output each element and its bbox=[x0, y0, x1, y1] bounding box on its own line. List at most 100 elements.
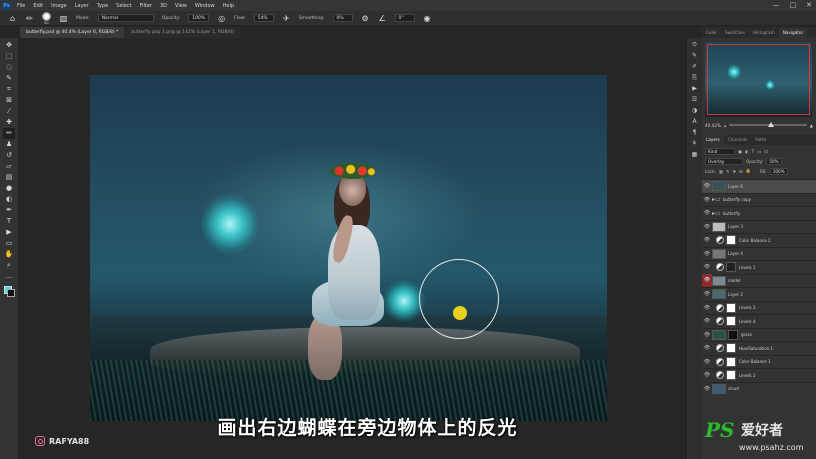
layer-row[interactable]: 👁 Layer 2 bbox=[702, 287, 816, 301]
menu-select[interactable]: Select bbox=[116, 3, 131, 9]
smoothing-settings-icon[interactable]: ⚙ bbox=[361, 14, 370, 23]
layer-row[interactable]: 👁 grass bbox=[702, 327, 816, 342]
visibility-eye-icon[interactable]: 👁 bbox=[702, 183, 712, 189]
path-select-icon[interactable]: ▶ bbox=[3, 227, 15, 238]
layer-thumbnail[interactable] bbox=[712, 248, 726, 259]
angle-field[interactable]: 0° bbox=[394, 14, 415, 22]
folder-icon[interactable]: ▸▭ bbox=[712, 196, 721, 203]
visibility-eye-icon[interactable]: 👁 bbox=[702, 224, 712, 230]
tab-channels[interactable]: Channels bbox=[724, 135, 751, 145]
tab-butterfly-psd[interactable]: butterfly.psd @ 40.4% (Layer 6, RGB/8) * bbox=[20, 27, 125, 38]
blur-icon[interactable]: ● bbox=[3, 183, 15, 194]
layer-kind-filter[interactable]: Kind bbox=[705, 147, 735, 155]
flow-field[interactable]: 54% bbox=[253, 14, 274, 22]
layer-name[interactable]: Layer 2 bbox=[728, 292, 743, 297]
layer-row[interactable]: 👁 Layer 6 bbox=[702, 179, 816, 193]
layer-mask-thumbnail[interactable] bbox=[726, 370, 736, 381]
layer-mask-thumbnail[interactable] bbox=[726, 316, 736, 327]
visibility-eye-icon[interactable]: 👁 bbox=[702, 264, 712, 270]
mode-select[interactable]: Normal bbox=[97, 14, 154, 22]
lock-transparent-icon[interactable]: ▦ bbox=[719, 169, 723, 174]
libraries-panel-icon[interactable]: ▦ bbox=[689, 150, 700, 159]
layer-name[interactable]: grass bbox=[741, 332, 752, 337]
layer-thumbnail[interactable] bbox=[712, 221, 726, 232]
visibility-eye-icon[interactable]: 👁 bbox=[702, 237, 712, 243]
lasso-icon[interactable]: ◌ bbox=[3, 62, 15, 73]
lock-move-icon[interactable]: ✥ bbox=[732, 169, 736, 174]
crop-icon[interactable]: ⌗ bbox=[3, 84, 15, 95]
more-icon[interactable]: … bbox=[3, 271, 15, 282]
type-icon[interactable]: T bbox=[3, 216, 15, 227]
zoom-slider-knob[interactable] bbox=[767, 122, 774, 127]
fill-field[interactable]: 100% bbox=[769, 167, 788, 175]
layer-name[interactable]: Layer 6 bbox=[728, 184, 743, 189]
paragraph-panel-icon[interactable]: ¶ bbox=[689, 128, 700, 137]
eyedropper-icon[interactable]: ⁄ bbox=[3, 106, 15, 117]
tab-layers[interactable]: Layers bbox=[702, 135, 724, 145]
actions-panel-icon[interactable]: ▶ bbox=[689, 84, 700, 93]
layer-name[interactable]: Color Balance 2 bbox=[739, 238, 770, 243]
navigator-view-box[interactable] bbox=[707, 44, 810, 115]
layer-mask-thumbnail[interactable] bbox=[728, 329, 738, 340]
healing-icon[interactable]: ✚ bbox=[3, 117, 15, 128]
layer-row[interactable]: 👁 Levels 4 bbox=[702, 314, 816, 328]
layer-mask-thumbnail[interactable] bbox=[726, 343, 736, 354]
layer-row[interactable]: 👁 Color Balance 2 bbox=[702, 233, 816, 247]
pressure-opacity-icon[interactable]: ◎ bbox=[217, 14, 226, 23]
filter-shape-icon[interactable]: ▭ bbox=[757, 149, 761, 154]
blend-mode-select[interactable]: Overlay bbox=[705, 157, 743, 165]
layer-thumbnail[interactable] bbox=[712, 329, 726, 340]
adjustments-panel-icon[interactable]: ◑ bbox=[689, 106, 700, 115]
menu-window[interactable]: Window bbox=[195, 3, 215, 9]
layer-row[interactable]: 👁 model bbox=[702, 273, 816, 288]
tab-butterfly-pop[interactable]: butterfly pop 1.png @ 142% (Layer 1, RGB… bbox=[125, 27, 240, 38]
layer-thumbnail[interactable] bbox=[712, 181, 726, 192]
stamp-icon[interactable]: ♟ bbox=[3, 139, 15, 150]
layer-row[interactable]: 👁 Levels 3 bbox=[702, 300, 816, 315]
brush-icon[interactable]: ✏ bbox=[3, 128, 15, 139]
visibility-eye-icon[interactable]: 👁 bbox=[702, 332, 712, 338]
menu-view[interactable]: View bbox=[175, 3, 187, 9]
close-icon[interactable]: ✕ bbox=[806, 1, 812, 9]
tab-histogram[interactable]: Histogram bbox=[749, 28, 779, 38]
layer-name[interactable]: Levels 4 bbox=[739, 319, 755, 324]
menu-3d[interactable]: 3D bbox=[160, 3, 167, 9]
visibility-eye-icon[interactable]: 👁 bbox=[702, 372, 712, 378]
filter-type-icon[interactable]: T bbox=[752, 149, 755, 154]
visibility-eye-icon[interactable]: 👁 bbox=[702, 318, 712, 324]
character-panel-icon[interactable]: A bbox=[689, 117, 700, 126]
smoothing-field[interactable]: 0% bbox=[332, 14, 353, 22]
pressure-size-icon[interactable]: ◉ bbox=[423, 14, 432, 23]
layer-thumbnail[interactable] bbox=[712, 289, 726, 300]
layer-mask-thumbnail[interactable] bbox=[726, 235, 736, 246]
history-brush-icon[interactable]: ↺ bbox=[3, 150, 15, 161]
folder-icon[interactable]: ▸▭ bbox=[712, 210, 721, 217]
lock-all-icon[interactable]: 🔒 bbox=[745, 168, 750, 174]
eraser-icon[interactable]: ▱ bbox=[3, 161, 15, 172]
tab-navigator[interactable]: Navigator bbox=[778, 28, 808, 38]
layer-row[interactable]: 👁 cloud bbox=[702, 381, 816, 396]
menu-type[interactable]: Type bbox=[97, 3, 108, 9]
brush-tool-icon[interactable]: ✏ bbox=[25, 14, 34, 23]
layer-thumbnail[interactable] bbox=[712, 383, 726, 394]
layer-thumbnail[interactable] bbox=[712, 275, 726, 286]
layer-name[interactable]: Levels 1 bbox=[739, 265, 755, 270]
brush-picker[interactable]: 60 bbox=[42, 11, 51, 25]
background-color-swatch[interactable] bbox=[7, 289, 15, 297]
visibility-eye-icon[interactable]: 👁 bbox=[702, 251, 712, 257]
quick-select-icon[interactable]: ✎ bbox=[3, 73, 15, 84]
maximize-icon[interactable]: □ bbox=[790, 1, 797, 9]
brush-settings-icon[interactable]: ▧ bbox=[59, 14, 68, 23]
layer-row[interactable]: 👁 Hue/Saturation 1 bbox=[702, 341, 816, 355]
visibility-eye-icon[interactable]: 👁 bbox=[702, 210, 712, 216]
layer-mask-thumbnail[interactable] bbox=[726, 302, 736, 313]
filter-pixel-icon[interactable]: ▣ bbox=[738, 149, 742, 154]
zoom-out-icon[interactable]: ▴ bbox=[724, 123, 726, 128]
layer-row[interactable]: 👁 Layer 4 bbox=[702, 246, 816, 261]
navigator-zoom-slider[interactable] bbox=[729, 122, 807, 127]
canvas-workspace[interactable]: 画出右边蝴蝶在旁边物体上的反光 RAFYA88 bbox=[19, 38, 700, 459]
layer-row[interactable]: 👁 Levels 2 bbox=[702, 368, 816, 382]
layer-mask-thumbnail[interactable] bbox=[726, 356, 736, 367]
layer-row[interactable]: 👁 Layer 3 bbox=[702, 219, 816, 234]
layer-name[interactable]: model bbox=[728, 278, 740, 283]
